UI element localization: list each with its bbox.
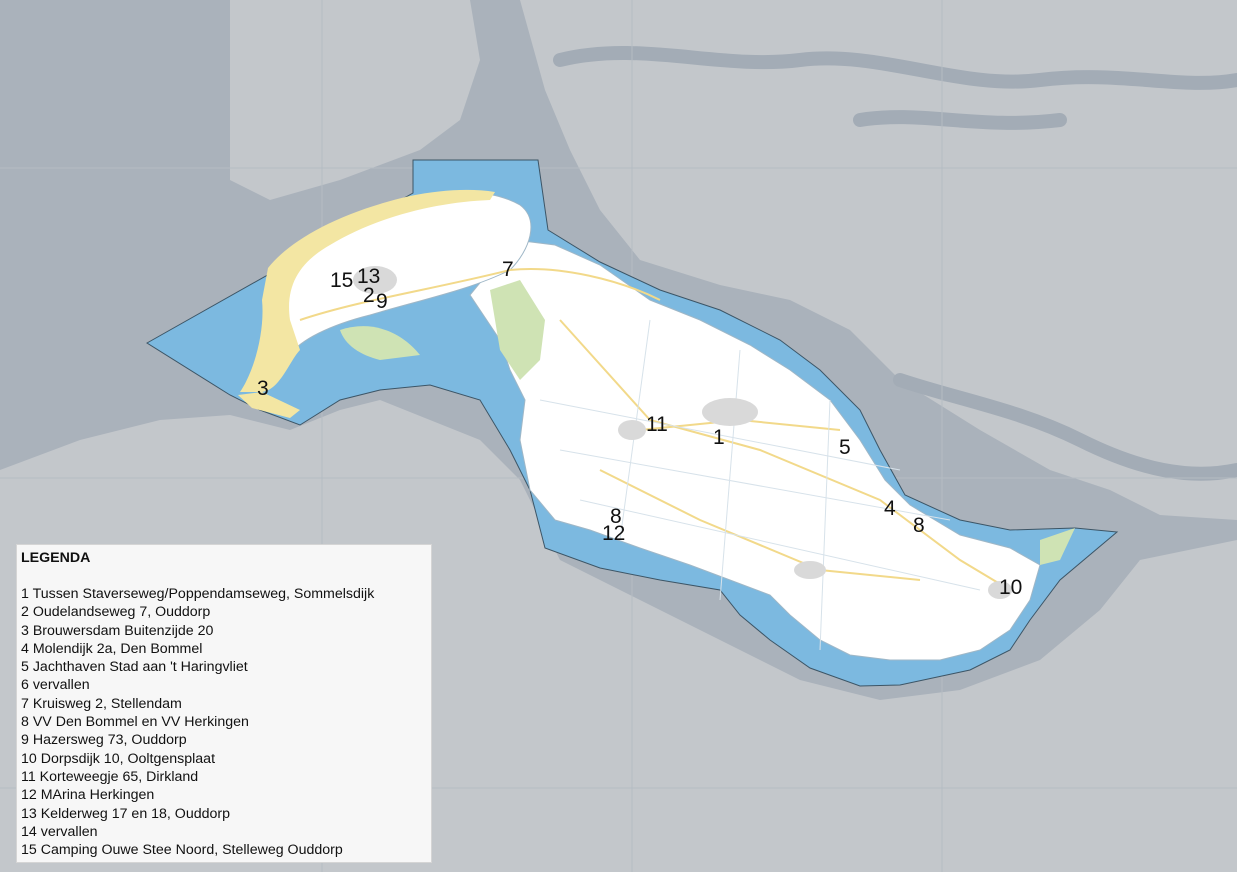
- legend-item: 7 Kruisweg 2, Stellendam: [21, 695, 182, 712]
- legend-item: 15 Camping Ouwe Stee Noord, Stelleweg Ou…: [21, 842, 343, 859]
- marker-10[interactable]: 10: [999, 577, 1022, 598]
- legend-panel: LEGENDA 1 Tussen Staverseweg/Poppendamse…: [16, 544, 432, 863]
- marker-7[interactable]: 7: [502, 259, 514, 280]
- legend-list: 1 Tussen Staverseweg/Poppendamseweg, Som…: [21, 585, 431, 859]
- legend-item: 13 Kelderweg 17 en 18, Ouddorp: [21, 805, 231, 822]
- legend-item: 3 Brouwersdam Buitenzijde 20: [21, 622, 214, 639]
- marker-5[interactable]: 5: [839, 437, 851, 458]
- marker-11[interactable]: 11: [646, 414, 668, 435]
- legend-item: 11 Korteweegje 65, Dirkland: [21, 768, 199, 785]
- legend-title: LEGENDA: [21, 550, 91, 566]
- legend-item: 8 VV Den Bommel en VV Herkingen: [21, 714, 249, 731]
- legend-item: 9 Hazersweg 73, Ouddorp: [21, 732, 187, 749]
- legend-item: 14 vervallen: [21, 823, 98, 840]
- marker-2[interactable]: 2: [363, 285, 375, 306]
- legend-item: 4 Molendijk 2a, Den Bommel: [21, 640, 203, 657]
- legend-spacer: [21, 567, 431, 585]
- legend-item: 5 Jachthaven Stad aan 't Haringvliet: [21, 659, 248, 676]
- legend-item: 2 Oudelandseweg 7, Ouddorp: [21, 604, 211, 621]
- marker-8-den-bommel[interactable]: 8: [913, 515, 925, 536]
- legend-item: 10 Dorpsdijk 10, Ooltgensplaat: [21, 750, 216, 767]
- marker-15[interactable]: 15: [330, 270, 353, 291]
- legend-item: 1 Tussen Staverseweg/Poppendamseweg, Som…: [21, 586, 375, 602]
- marker-4[interactable]: 4: [884, 498, 896, 519]
- legend-item: 6 vervallen: [21, 677, 90, 694]
- marker-1[interactable]: 1: [713, 427, 725, 448]
- marker-9[interactable]: 9: [376, 291, 388, 312]
- legend-item: 12 MArina Herkingen: [21, 787, 155, 804]
- marker-12[interactable]: 12: [602, 523, 625, 544]
- marker-3[interactable]: 3: [257, 378, 269, 399]
